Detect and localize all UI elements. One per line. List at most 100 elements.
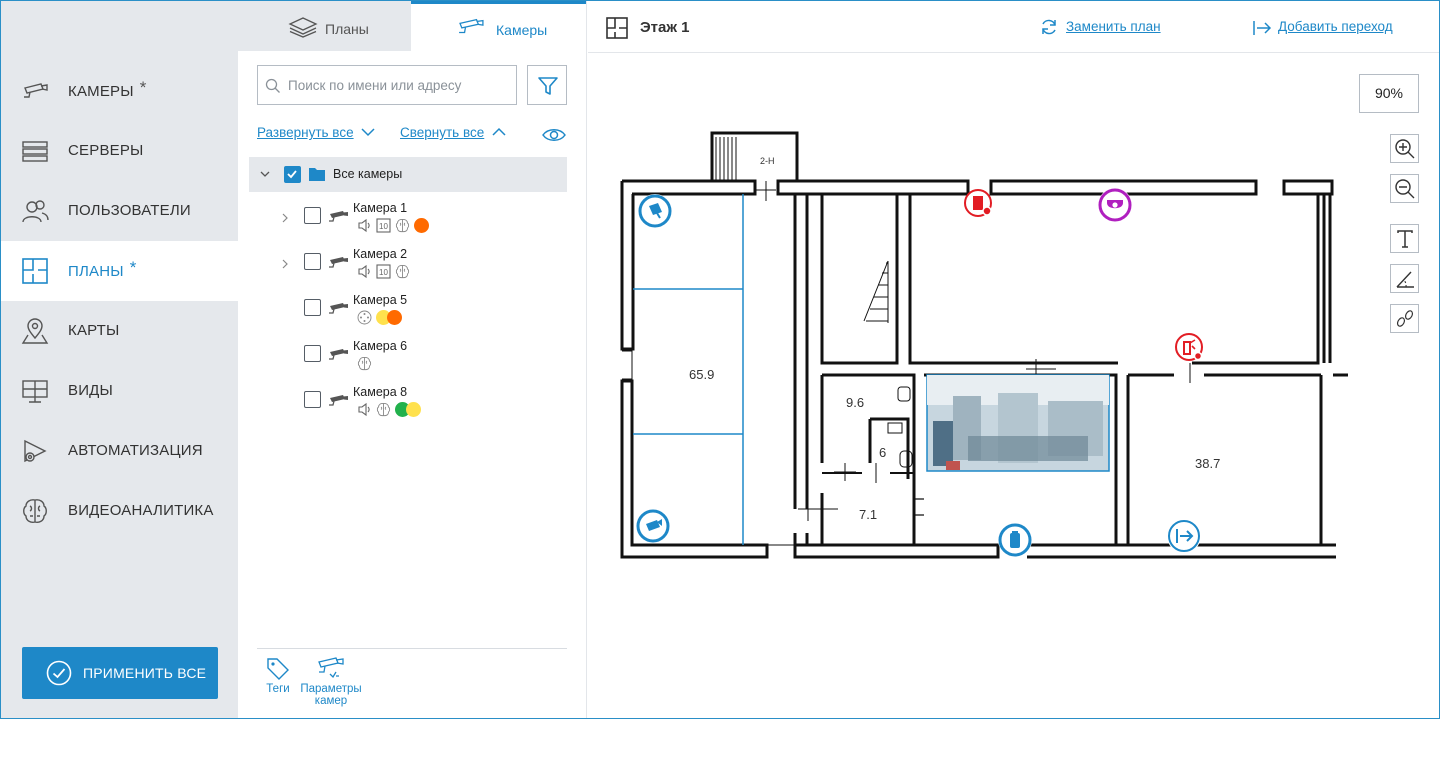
zoom-out-button[interactable] — [1390, 174, 1419, 203]
plan-title: Этаж 1 — [640, 19, 690, 36]
divider — [257, 648, 567, 649]
svg-text:10: 10 — [379, 222, 388, 231]
zoom-in-button[interactable] — [1390, 134, 1419, 163]
camera-status-icons — [357, 401, 421, 417]
camera-name: Камера 8 — [353, 385, 408, 399]
brain-icon — [376, 402, 391, 417]
transition-icon[interactable] — [1252, 19, 1272, 37]
tree-root-row[interactable]: Все камеры — [249, 157, 567, 192]
camera-icon — [329, 257, 348, 268]
status-dot — [414, 217, 429, 233]
camera-row[interactable]: Камера 5 — [249, 293, 567, 339]
folder-icon — [309, 168, 325, 181]
brain-icon — [23, 499, 47, 523]
sound-icon — [357, 264, 372, 279]
collapse-all-link[interactable]: Свернуть все — [400, 125, 484, 140]
tab-plans[interactable]: Планы — [238, 1, 411, 51]
search-input[interactable] — [288, 66, 513, 104]
camera-checkbox[interactable] — [304, 253, 321, 270]
camera-status-icons — [357, 309, 402, 325]
filter-button[interactable] — [527, 65, 567, 105]
room-label: 7.1 — [859, 507, 877, 522]
camera-row[interactable]: Камера 1 10 — [249, 201, 567, 247]
brain-icon — [395, 264, 410, 279]
nav-label: КАРТЫ — [68, 322, 120, 339]
zoom-out-icon — [1395, 179, 1415, 199]
plan-header: Этаж 1 Заменить план Добавить переход — [588, 1, 1439, 53]
users-icon — [22, 200, 49, 223]
chevron-down-icon[interactable] — [361, 126, 375, 138]
floor-plan[interactable]: 65.9 9.6 6 7.1 38.7 2-Н — [608, 101, 1348, 601]
chevron-up-icon[interactable] — [492, 126, 506, 138]
extinguisher-icon — [1175, 333, 1203, 361]
camera-checkbox[interactable] — [304, 391, 321, 408]
archive-icon: 10 — [376, 263, 391, 279]
plans-icon — [606, 17, 628, 39]
cameras-panel: Планы Камеры Развернуть все Свернуть все… — [238, 1, 587, 718]
camera-icon — [329, 211, 348, 222]
nav-item-analytics[interactable]: ВИДЕОАНАЛИТИКА — [1, 481, 238, 541]
apply-all-button[interactable]: ПРИМЕНИТЬ ВСЕ — [22, 647, 218, 699]
camera-checkbox[interactable] — [304, 299, 321, 316]
camera-marker-1[interactable] — [638, 194, 672, 228]
stair-label: 2-Н — [760, 156, 775, 166]
unsaved-star: * — [129, 258, 137, 277]
camera-row[interactable]: Камера 6 — [249, 339, 567, 385]
add-text-button[interactable] — [1390, 224, 1419, 253]
chevron-right-icon[interactable] — [280, 258, 290, 270]
zoom-level: 90% — [1359, 74, 1419, 113]
dome-camera-marker[interactable] — [1098, 188, 1132, 222]
nav-item-users[interactable]: ПОЛЬЗОВАТЕЛИ — [1, 181, 238, 241]
add-transition-link[interactable]: Добавить переход — [1278, 19, 1393, 34]
room-label: 9.6 — [846, 395, 864, 410]
camera-icon — [329, 349, 348, 360]
camera-icon — [329, 303, 348, 314]
camera-checkbox[interactable] — [304, 345, 321, 362]
camera-preview[interactable] — [926, 374, 1110, 472]
apply-all-label: ПРИМЕНИТЬ ВСЕ — [83, 665, 207, 681]
nav-label: ВИДЕОАНАЛИТИКА — [68, 502, 214, 519]
camera-marker-2[interactable] — [636, 509, 670, 543]
ptz-icon — [357, 310, 372, 325]
left-navigation: КАМЕРЫ * СЕРВЕРЫ ПОЛЬЗОВАТЕЛИ ПЛАНЫ * КАРТ… — [1, 1, 238, 718]
transition-marker[interactable] — [1167, 519, 1201, 553]
nav-item-views[interactable]: ВИДЫ — [1, 361, 238, 421]
chevron-down-icon[interactable] — [259, 168, 271, 180]
tags-button[interactable]: Теги — [260, 656, 296, 696]
camera-name: Камера 2 — [353, 247, 408, 261]
nav-item-maps[interactable]: КАРТЫ — [1, 301, 238, 361]
sensor-marker-door[interactable] — [963, 188, 993, 218]
route-button[interactable] — [1390, 304, 1419, 333]
nav-item-servers[interactable]: СЕРВЕРЫ — [1, 121, 238, 181]
automation-icon — [24, 439, 47, 463]
camera-icon — [459, 18, 484, 34]
status-dots — [414, 217, 429, 233]
nav-item-plans[interactable]: ПЛАНЫ * — [1, 241, 238, 301]
sensor-marker-extinguisher[interactable] — [1174, 332, 1204, 362]
cylinder-device-icon — [998, 523, 1032, 557]
camera-params-label: Параметры камер — [300, 683, 362, 707]
camera-params-button[interactable]: Параметры камер — [294, 656, 368, 708]
eye-icon[interactable] — [542, 125, 566, 145]
nav-item-cameras[interactable]: КАМЕРЫ * — [1, 61, 238, 121]
measure-button[interactable] — [1390, 264, 1419, 293]
device-marker[interactable] — [998, 523, 1032, 557]
camera-row[interactable]: Камера 2 10 — [249, 247, 567, 293]
tags-label: Теги — [266, 683, 290, 695]
room-label: 38.7 — [1195, 456, 1220, 471]
text-icon — [1397, 230, 1413, 248]
map-pin-icon — [21, 318, 49, 344]
camera-checkbox[interactable] — [304, 207, 321, 224]
root-checkbox[interactable] — [284, 166, 301, 183]
refresh-icon[interactable] — [1040, 18, 1058, 36]
tab-cameras[interactable]: Камеры — [411, 1, 586, 51]
nav-item-automation[interactable]: АВТОМАТИЗАЦИЯ — [1, 421, 238, 481]
tab-label: Планы — [325, 21, 369, 37]
camera-row[interactable]: Камера 8 — [249, 385, 567, 431]
unsaved-star: * — [139, 78, 147, 97]
replace-plan-link[interactable]: Заменить план — [1066, 19, 1161, 34]
search-field — [257, 65, 517, 105]
expand-all-link[interactable]: Развернуть все — [257, 125, 354, 140]
status-dot — [387, 309, 402, 325]
chevron-right-icon[interactable] — [280, 212, 290, 224]
